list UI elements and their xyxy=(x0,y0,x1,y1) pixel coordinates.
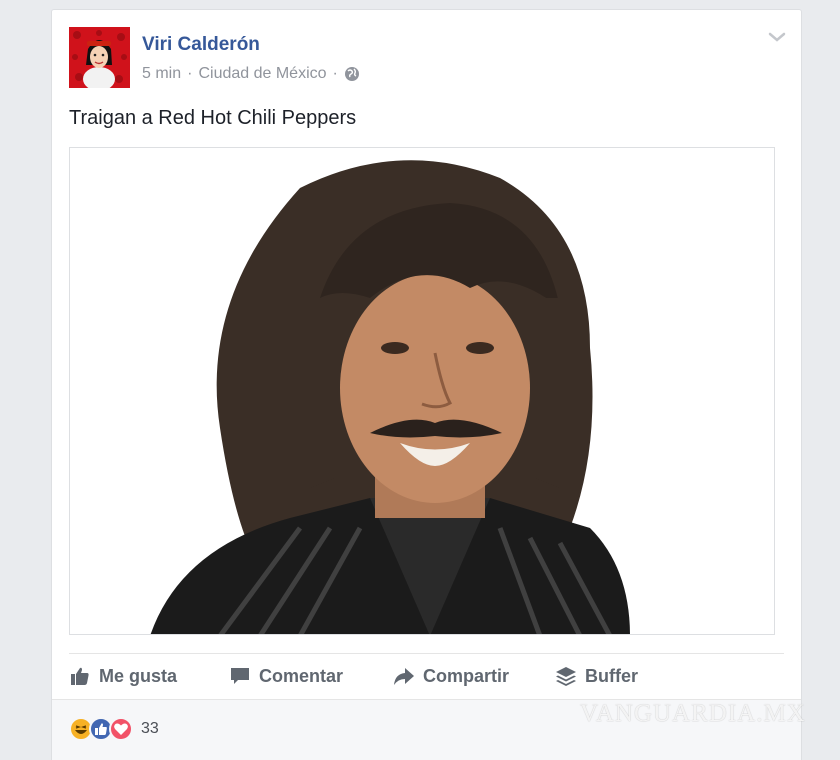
watermark: VANGUARDIA.MX xyxy=(580,700,806,727)
post-photo[interactable] xyxy=(69,147,775,635)
author-name[interactable]: Viri Calderón xyxy=(142,34,260,56)
post-text: Traigan a Red Hot Chili Peppers xyxy=(69,107,357,129)
share-arrow-icon xyxy=(394,668,414,685)
thumbs-up-icon xyxy=(71,667,89,685)
action-divider xyxy=(69,653,784,654)
post-location[interactable]: Ciudad de México xyxy=(198,65,326,83)
buffer-button[interactable]: Buffer xyxy=(555,665,638,687)
post-time[interactable]: 5 min xyxy=(142,65,181,83)
comment-icon xyxy=(231,668,249,684)
post-meta: 5 min · Ciudad de México · xyxy=(142,65,360,83)
love-reaction-icon xyxy=(109,717,133,741)
photo-portrait xyxy=(70,148,774,634)
chevron-down-icon[interactable] xyxy=(767,30,787,44)
share-button[interactable]: Compartir xyxy=(393,665,555,687)
reaction-summary[interactable]: 33 xyxy=(69,717,159,741)
globe-icon[interactable] xyxy=(344,66,360,82)
like-button[interactable]: Me gusta xyxy=(69,665,229,687)
comment-button[interactable]: Comentar xyxy=(229,665,393,687)
like-label: Me gusta xyxy=(99,665,178,686)
buffer-stack-icon xyxy=(556,667,576,686)
action-bar: Me gusta Comentar Compartir Buffer xyxy=(69,660,638,692)
comment-label: Comentar xyxy=(259,665,344,686)
post-card: Viri Calderón 5 min · Ciudad de México ·… xyxy=(51,9,802,760)
buffer-label: Buffer xyxy=(585,665,638,686)
share-label: Compartir xyxy=(423,665,510,686)
avatar[interactable] xyxy=(69,27,130,88)
meta-separator: · xyxy=(332,65,338,82)
avatar-illustration xyxy=(69,27,130,88)
reaction-count[interactable]: 33 xyxy=(141,720,159,738)
meta-separator: · xyxy=(187,65,193,82)
